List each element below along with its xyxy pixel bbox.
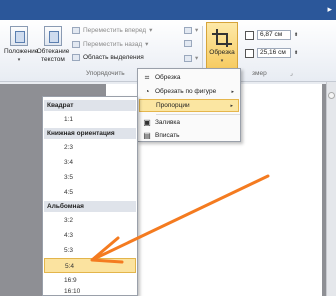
ratio-item-5-4[interactable]: 5:4 xyxy=(44,258,136,273)
height-input[interactable]: 6,87 см xyxy=(257,30,291,40)
align-icon xyxy=(184,26,192,34)
portrait-header: Книжная ориентация xyxy=(44,128,136,139)
position-icon xyxy=(10,26,28,46)
position-button[interactable]: Положение ▾ xyxy=(4,26,39,64)
ratio-item-3-4[interactable]: 3:4 xyxy=(44,155,136,170)
menu-item-crop-to-shape[interactable]: ◔ Обрезать по фигуре ▸ xyxy=(139,85,239,98)
scroll-knob[interactable] xyxy=(328,92,335,99)
ratio-item-1-1[interactable]: 1:1 xyxy=(44,112,136,127)
selection-pane-button[interactable]: Область выделения xyxy=(72,54,144,61)
height-icon xyxy=(245,30,254,40)
width-control: 25,16 см ⬍ xyxy=(245,48,298,58)
dialog-launcher-icon[interactable]: ⌟ xyxy=(290,70,293,77)
menu-item-label: Вписать xyxy=(155,132,180,139)
menu-item-label: Заливка xyxy=(155,119,181,126)
crop-icon xyxy=(212,29,232,47)
menu-separator xyxy=(156,114,240,115)
ratio-item-4-3[interactable]: 4:3 xyxy=(44,228,136,243)
ratio-item-4-5[interactable]: 4:5 xyxy=(44,185,136,200)
menu-item-label: Обрезка xyxy=(155,74,181,81)
aspect-ratio-submenu: Квадрат 1:1 Книжная ориентация 2:3 3:4 3… xyxy=(42,96,138,296)
position-label: Положение xyxy=(4,48,39,55)
help-icon[interactable]: ▸ xyxy=(327,4,332,15)
chevron-down-icon: ▾ xyxy=(17,57,21,63)
height-control: 6,87 см ⬍ xyxy=(245,30,298,40)
ratio-item-16-10[interactable]: 16:10 xyxy=(44,287,136,296)
menu-item-aspect-ratio[interactable]: Пропорции ▸ xyxy=(139,99,239,112)
chevron-right-icon: ▸ xyxy=(230,102,233,109)
menu-item-label: Пропорции xyxy=(156,102,190,109)
crop-icon: ⌗ xyxy=(144,72,150,82)
rotate-icon xyxy=(184,54,192,62)
ratio-item-3-5[interactable]: 3:5 xyxy=(44,170,136,185)
landscape-header: Альбомная xyxy=(44,201,136,212)
crop-button[interactable]: Обрезка ▾ xyxy=(206,22,238,74)
ratio-item-3-2[interactable]: 3:2 xyxy=(44,213,136,228)
bring-forward-label: Переместить вперед xyxy=(83,26,147,34)
spinner-icon[interactable]: ⬍ xyxy=(294,32,298,38)
chevron-down-icon: ▾ xyxy=(149,27,153,34)
ratio-item-2-3[interactable]: 2:3 xyxy=(44,140,136,155)
fit-icon: ▤ xyxy=(143,131,151,140)
crop-dropdown-menu: ⌗ Обрезка ◔ Обрезать по фигуре ▸ Пропорц… xyxy=(137,68,241,142)
menu-item-crop[interactable]: ⌗ Обрезка xyxy=(139,71,239,84)
wrap-text-icon xyxy=(44,26,62,46)
vertical-scrollbar[interactable] xyxy=(326,82,336,296)
width-icon xyxy=(245,48,254,58)
fill-icon: ▣ xyxy=(143,118,151,127)
chevron-right-icon: ▸ xyxy=(231,88,234,95)
ribbon-title-bar: ▸ xyxy=(0,0,336,20)
chevron-down-icon: ▾ xyxy=(220,58,224,64)
chevron-down-icon: ▾ xyxy=(195,55,199,62)
wrap-text-label: Обтекание текстом xyxy=(36,48,70,63)
send-backward-icon xyxy=(72,40,80,48)
chevron-down-icon: ▾ xyxy=(145,41,149,48)
selection-pane-icon xyxy=(72,54,80,61)
menu-item-label: Обрезать по фигуре xyxy=(155,88,217,95)
send-backward-button[interactable]: Переместить назад ▾ xyxy=(72,40,148,48)
crop-label: Обрезка xyxy=(209,49,235,56)
shape-icon: ◔ xyxy=(144,87,150,96)
bring-forward-icon xyxy=(72,26,80,34)
ratio-item-16-9[interactable]: 16:9 xyxy=(44,273,136,288)
chevron-down-icon: ▾ xyxy=(195,27,199,34)
rotate-button[interactable]: ▾ xyxy=(184,54,198,62)
menu-item-fit[interactable]: ▤ Вписать xyxy=(139,129,239,142)
ratio-item-5-3[interactable]: 5:3 xyxy=(44,243,136,258)
align-button[interactable]: ▾ xyxy=(184,26,198,34)
bring-forward-button[interactable]: Переместить вперед ▾ xyxy=(72,26,152,34)
selection-pane-label: Область выделения xyxy=(83,54,144,61)
width-input[interactable]: 25,16 см xyxy=(257,48,291,58)
size-group-label: змер xyxy=(252,70,267,77)
group-button[interactable] xyxy=(184,40,192,47)
wrap-text-button[interactable]: Обтекание текстом xyxy=(36,26,70,64)
arrange-group-label: Упорядочить xyxy=(86,70,125,77)
menu-item-fill[interactable]: ▣ Заливка xyxy=(139,116,239,129)
spinner-icon[interactable]: ⬍ xyxy=(294,50,298,56)
send-backward-label: Переместить назад xyxy=(83,40,143,48)
group-icon xyxy=(184,40,192,47)
square-header: Квадрат xyxy=(44,100,136,111)
